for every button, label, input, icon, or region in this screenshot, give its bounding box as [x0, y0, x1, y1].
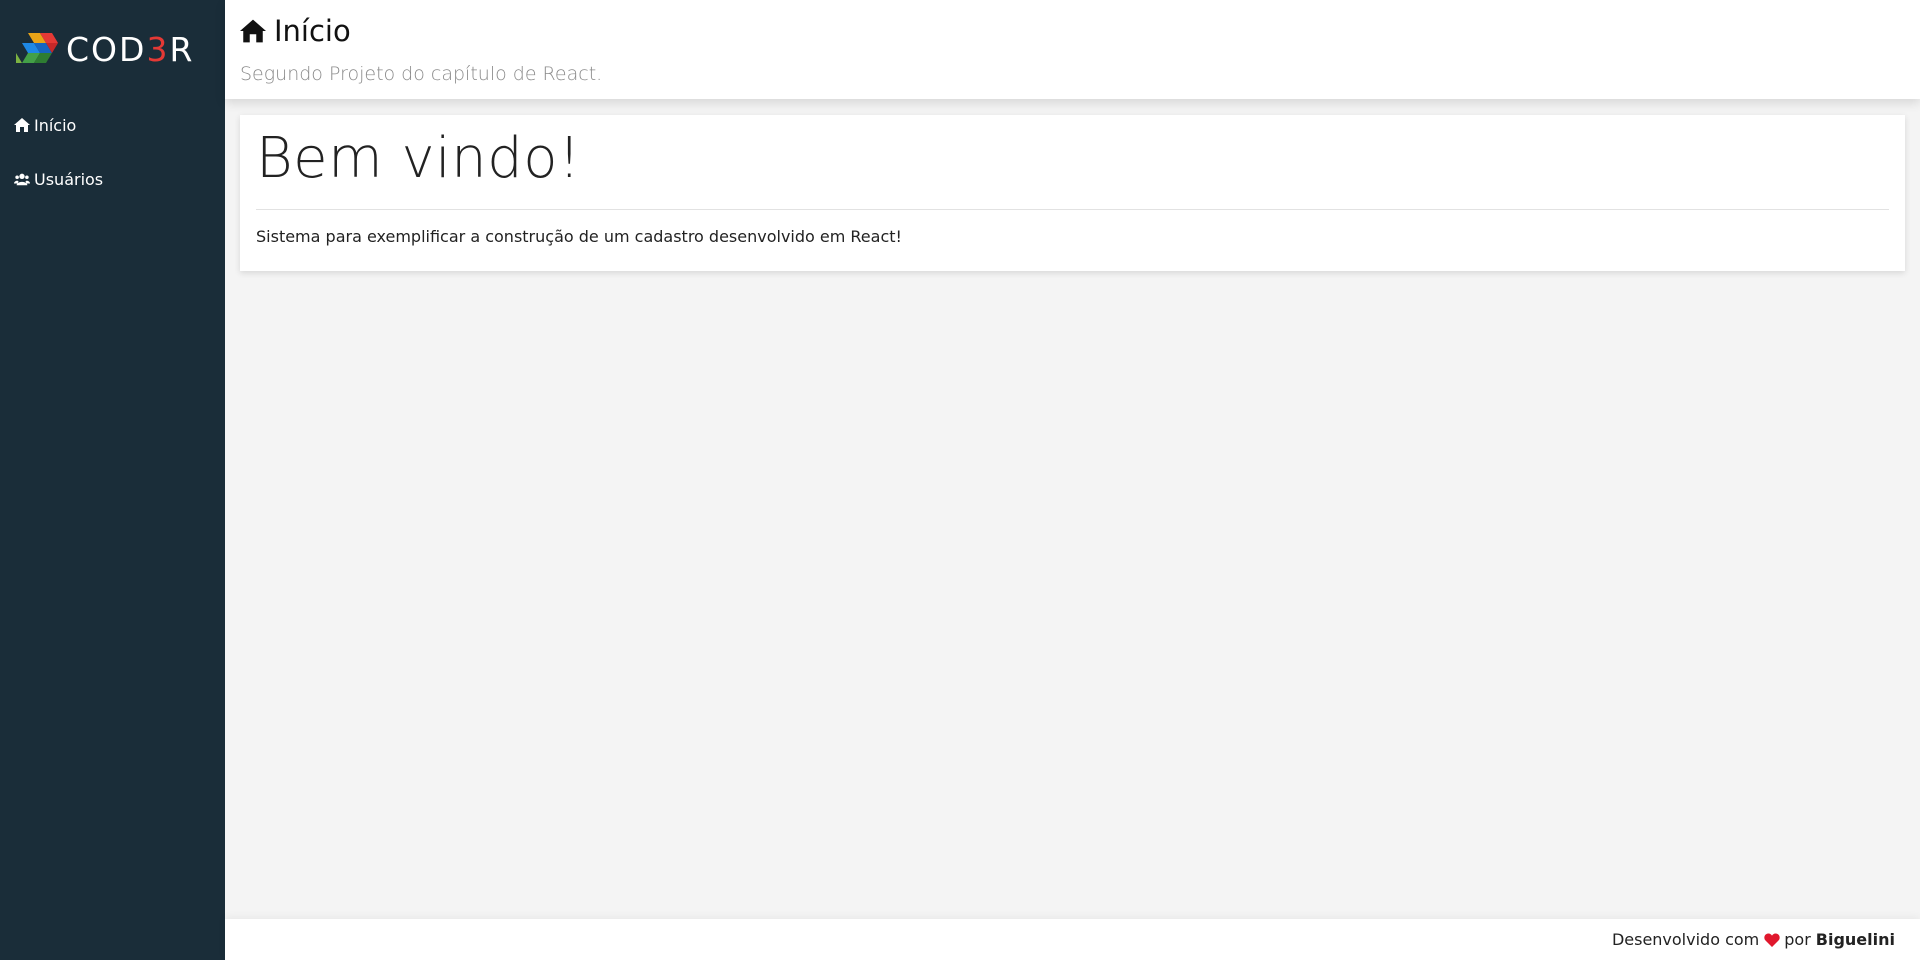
logo-text: COD3R: [66, 29, 195, 69]
sidebar: COD3R Início Usuários: [0, 0, 225, 960]
footer-middle: por: [1784, 930, 1811, 949]
logo[interactable]: COD3R: [0, 0, 225, 98]
sidebar-menu: Início Usuários: [0, 98, 225, 206]
logo-icon: [16, 33, 58, 63]
welcome-heading: Bem vindo!: [256, 126, 581, 191]
welcome-panel: Bem vindo! Sistema para exemplificar a c…: [240, 115, 1905, 271]
heart-icon: [1764, 932, 1780, 947]
footer-author: Biguelini: [1815, 930, 1895, 949]
users-icon: [14, 173, 30, 186]
divider: [256, 208, 1889, 210]
home-icon: [240, 19, 266, 43]
page-subtitle: Segundo Projeto do capítulo de React.: [240, 63, 603, 85]
home-icon: [14, 118, 30, 132]
footer: Desenvolvido com por Biguelini: [225, 919, 1920, 960]
sidebar-item-usuarios[interactable]: Usuários: [0, 152, 225, 206]
sidebar-item-label: Início: [34, 115, 77, 135]
page-title: Início: [240, 0, 1920, 48]
page-title-text: Início: [274, 14, 351, 48]
sidebar-item-inicio[interactable]: Início: [0, 98, 225, 152]
page-header: Início Segundo Projeto do capítulo de Re…: [225, 0, 1920, 99]
footer-prefix: Desenvolvido com: [1611, 930, 1760, 949]
sidebar-item-label: Usuários: [34, 169, 104, 189]
welcome-description: Sistema para exemplificar a construção d…: [256, 226, 902, 246]
